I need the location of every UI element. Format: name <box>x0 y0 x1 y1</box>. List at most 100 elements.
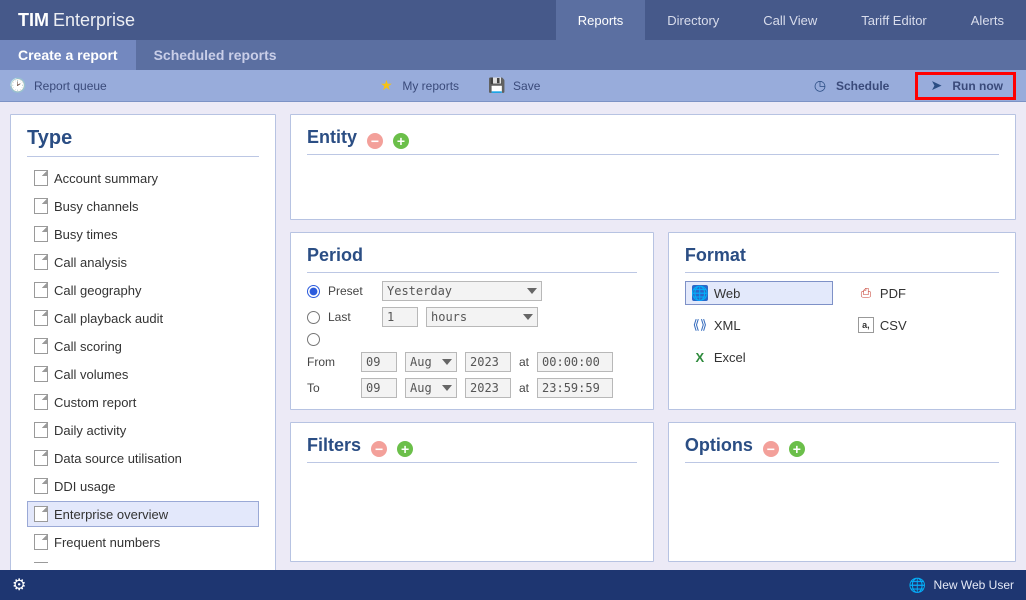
type-item-label: Call geography <box>54 283 141 298</box>
document-icon <box>34 338 48 354</box>
nav-callview[interactable]: Call View <box>741 0 839 40</box>
period-radio-last[interactable] <box>307 311 320 324</box>
period-to-at: at <box>519 381 529 395</box>
schedule-icon: ◷ <box>812 78 828 94</box>
type-item-label: Busy channels <box>54 199 139 214</box>
nav-alerts[interactable]: Alerts <box>949 0 1026 40</box>
period-to-year[interactable] <box>465 378 511 398</box>
star-icon: ★ <box>378 78 394 94</box>
entity-add-button[interactable]: + <box>393 133 409 149</box>
period-from-day[interactable] <box>361 352 397 372</box>
type-item[interactable]: Busy channels <box>27 193 259 219</box>
type-item[interactable]: Call playback audit <box>27 305 259 331</box>
brand-bold: TIM <box>18 10 49 31</box>
type-item[interactable]: Call scoring <box>27 333 259 359</box>
type-item[interactable]: Call volumes <box>27 361 259 387</box>
document-icon <box>34 506 48 522</box>
period-from-year[interactable] <box>465 352 511 372</box>
type-item-label: Call volumes <box>54 367 128 382</box>
document-icon <box>34 562 48 563</box>
period-to-day[interactable] <box>361 378 397 398</box>
clock-icon: 🕑 <box>10 78 26 94</box>
period-preset-select[interactable]: Yesterday <box>382 281 542 301</box>
filters-heading: Filters <box>307 435 361 456</box>
type-item-label: Data source utilisation <box>54 451 182 466</box>
type-item[interactable]: Enterprise overview <box>27 501 259 527</box>
filters-add-button[interactable]: + <box>397 441 413 457</box>
panel-period: Period Preset Yesterday Last <box>290 232 654 410</box>
type-item[interactable]: Daily activity <box>27 417 259 443</box>
period-from-month[interactable]: Aug <box>405 352 457 372</box>
options-remove-button[interactable]: − <box>763 441 779 457</box>
toolbar-save[interactable]: 💾 Save <box>489 78 540 94</box>
pdf-icon: ⎙ <box>858 285 874 301</box>
format-csv-label: CSV <box>880 318 907 333</box>
type-item-label: Call scoring <box>54 339 122 354</box>
toolbar-schedule-label: Schedule <box>836 79 889 93</box>
options-add-button[interactable]: + <box>789 441 805 457</box>
brand: TIM Enterprise <box>0 0 153 40</box>
format-xml[interactable]: ⟪⟫ XML <box>685 313 833 337</box>
document-icon <box>34 450 48 466</box>
type-item[interactable]: Account summary <box>27 165 259 191</box>
period-last-qty[interactable] <box>382 307 418 327</box>
document-icon <box>34 198 48 214</box>
document-icon <box>34 282 48 298</box>
toolbar-report-queue[interactable]: 🕑 Report queue <box>10 78 107 94</box>
document-icon <box>34 534 48 550</box>
entity-heading: Entity <box>307 127 357 148</box>
document-icon <box>34 254 48 270</box>
type-item[interactable]: Frequent numbers <box>27 529 259 555</box>
type-item[interactable]: Call geography <box>27 277 259 303</box>
subtab-bar: Create a report Scheduled reports <box>0 40 1026 70</box>
type-item-label: Inbound call performance <box>54 563 201 564</box>
settings-gear-icon[interactable]: ⚙ <box>12 575 26 595</box>
format-web-label: Web <box>714 286 741 301</box>
toolbar-my-reports[interactable]: ★ My reports <box>378 78 459 94</box>
type-item[interactable]: Busy times <box>27 221 259 247</box>
period-last-unit[interactable]: hours <box>426 307 538 327</box>
brand-light: Enterprise <box>53 10 135 31</box>
document-icon <box>34 226 48 242</box>
type-item-label: Busy times <box>54 227 118 242</box>
format-web[interactable]: 🌐 Web <box>685 281 833 305</box>
options-heading: Options <box>685 435 753 456</box>
filters-remove-button[interactable]: − <box>371 441 387 457</box>
period-from-at: at <box>519 355 529 369</box>
document-icon <box>34 310 48 326</box>
nav-tariff-editor[interactable]: Tariff Editor <box>839 0 949 40</box>
toolbar-queue-label: Report queue <box>34 79 107 93</box>
toolbar-runnow-label: Run now <box>952 79 1003 93</box>
type-item[interactable]: Custom report <box>27 389 259 415</box>
footer-user[interactable]: New Web User <box>934 578 1014 592</box>
type-item-label: Account summary <box>54 171 158 186</box>
period-to-time[interactable] <box>537 378 613 398</box>
type-item[interactable]: Inbound call performance <box>27 557 259 563</box>
entity-remove-button[interactable]: − <box>367 133 383 149</box>
format-pdf[interactable]: ⎙ PDF <box>851 281 999 305</box>
type-item-label: Frequent numbers <box>54 535 160 550</box>
subtab-create-report[interactable]: Create a report <box>0 40 136 70</box>
format-csv[interactable]: a, CSV <box>851 313 999 337</box>
toolbar-run-now[interactable]: ➤ Run now <box>915 72 1016 100</box>
save-icon: 💾 <box>489 78 505 94</box>
topbar: TIM Enterprise Reports Directory Call Vi… <box>0 0 1026 40</box>
subtab-scheduled[interactable]: Scheduled reports <box>136 40 295 70</box>
type-item[interactable]: Data source utilisation <box>27 445 259 471</box>
type-item[interactable]: Call analysis <box>27 249 259 275</box>
nav-directory[interactable]: Directory <box>645 0 741 40</box>
globe-icon: 🌐 <box>692 285 708 301</box>
type-item-label: Daily activity <box>54 423 126 438</box>
period-radio-custom[interactable] <box>307 333 320 346</box>
period-radio-preset[interactable] <box>307 285 320 298</box>
type-list[interactable]: Account summary Busy channels Busy times Ca… <box>27 165 259 563</box>
toolbar-schedule[interactable]: ◷ Schedule <box>812 78 889 94</box>
format-excel[interactable]: X Excel <box>685 345 833 369</box>
panel-type: Type Account summaryBusy channelsBusy ti… <box>10 114 276 574</box>
period-from-time[interactable] <box>537 352 613 372</box>
top-nav: Reports Directory Call View Tariff Edito… <box>556 0 1026 40</box>
nav-reports[interactable]: Reports <box>556 0 646 40</box>
period-to-month[interactable]: Aug <box>405 378 457 398</box>
type-item[interactable]: DDI usage <box>27 473 259 499</box>
xml-icon: ⟪⟫ <box>692 317 708 333</box>
